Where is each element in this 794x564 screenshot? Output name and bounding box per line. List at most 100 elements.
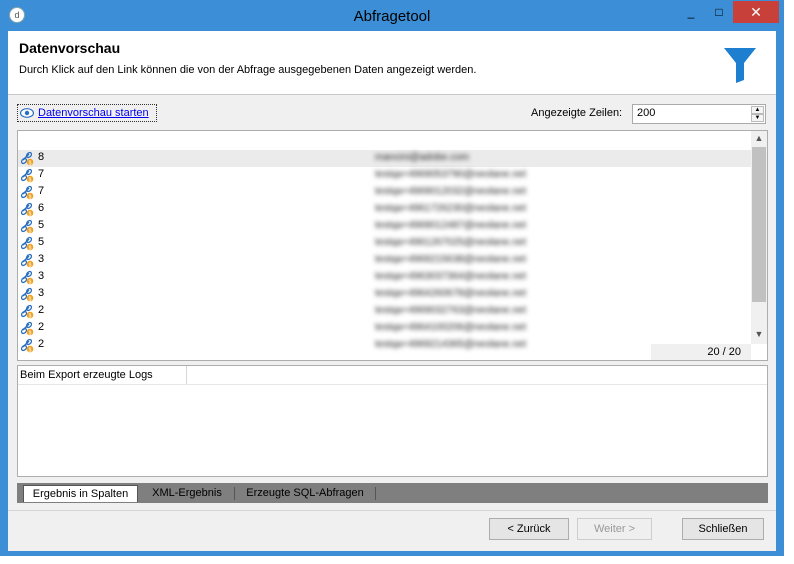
link-icon: $ (20, 253, 34, 269)
link-icon: $ (20, 338, 34, 354)
eye-icon (20, 108, 34, 118)
start-preview-label[interactable]: Datenvorschau starten (38, 107, 149, 119)
close-button[interactable]: Schließen (682, 518, 764, 540)
svg-text:$: $ (29, 212, 32, 218)
spin-up-button[interactable]: ▲ (751, 106, 764, 114)
table-row[interactable]: $5 testqa+4969012487@neolane.net (18, 218, 751, 235)
scroll-down-icon[interactable]: ▼ (751, 327, 767, 341)
rows-value[interactable]: 200 (637, 107, 655, 119)
dialog-client: Datenvorschau Durch Klick auf den Link k… (8, 31, 776, 551)
row-email: mancini@adobe.com (375, 152, 470, 163)
row-email: testqa+4964260678@neolane.net (375, 288, 527, 299)
vertical-scrollbar[interactable]: ▲ ▼ (751, 131, 767, 344)
table-row[interactable]: $7 testqa+4969053790@neolane.net (18, 167, 751, 184)
row-count: 2 (38, 304, 45, 316)
page-description: Durch Klick auf den Link können die von … (19, 64, 477, 76)
svg-text:$: $ (29, 229, 32, 235)
table-row[interactable]: $3 testqa+4963037364@neolane.net (18, 269, 751, 286)
preview-grid[interactable]: $8 mancini@adobe.com $7 testqa+4969053790@n… (17, 130, 768, 361)
table-row[interactable]: $2 testqa+4969214365@neolane.net (18, 337, 751, 354)
link-icon: $ (20, 168, 34, 184)
link-icon: $ (20, 304, 34, 320)
funnel-icon (724, 48, 756, 83)
export-logs-panel[interactable]: Beim Export erzeugte Logs (17, 365, 768, 477)
tab-separator (375, 487, 376, 500)
footer-divider (8, 510, 776, 511)
svg-text:$: $ (29, 297, 32, 303)
link-icon: $ (20, 202, 34, 218)
close-window-button[interactable]: ✕ (733, 1, 779, 23)
row-count: 5 (38, 236, 45, 248)
link-icon: $ (20, 219, 34, 235)
tab-separator (234, 487, 235, 500)
tab-columns[interactable]: Ergebnis in Spalten (23, 485, 138, 502)
window-title: Abfragetool (353, 8, 431, 25)
spin-down-button[interactable]: ▼ (751, 114, 764, 122)
row-count: 6 (38, 202, 45, 214)
link-icon: $ (20, 185, 34, 201)
logs-header: Beim Export erzeugte Logs (18, 366, 187, 385)
row-count: 3 (38, 287, 45, 299)
row-email: testqa+4969214365@neolane.net (375, 339, 527, 350)
row-count: 3 (38, 253, 45, 265)
row-email: testqa+4961726230@neolane.net (375, 203, 527, 214)
rows-spinner[interactable]: 200 ▲ ▼ (632, 104, 766, 124)
svg-text:$: $ (29, 161, 32, 167)
grid-footer: 20 / 20 (651, 344, 751, 360)
row-email: testqa+4969215638@neolane.net (375, 254, 527, 265)
wizard-header: Datenvorschau Durch Klick auf den Link k… (8, 31, 776, 95)
tab-sql[interactable]: Erzeugte SQL-Abfragen (237, 485, 373, 502)
row-email: testqa+4969012032@neolane.net (375, 186, 527, 197)
row-email: testqa+4969012487@neolane.net (375, 220, 527, 231)
table-row[interactable]: $2 testqa+4969032763@neolane.net (18, 303, 751, 320)
table-row[interactable]: $3 testqa+4969215638@neolane.net (18, 252, 751, 269)
svg-text:$: $ (29, 195, 32, 201)
maximize-button[interactable]: □ (705, 1, 733, 23)
result-tabs: Ergebnis in Spalten XML-Ergebnis Erzeugt… (17, 483, 768, 503)
row-email: testqa+4961267025@neolane.net (375, 237, 527, 248)
svg-text:$: $ (29, 280, 32, 286)
title-bar: d Abfragetool _ □ ✕ (1, 1, 783, 31)
table-row[interactable]: $3 testqa+4964260678@neolane.net (18, 286, 751, 303)
logs-header-filler (186, 366, 767, 385)
logs-title: Beim Export erzeugte Logs (20, 369, 153, 381)
row-count: 3 (38, 270, 45, 282)
svg-text:$: $ (29, 314, 32, 320)
back-button[interactable]: < Zurück (489, 518, 569, 540)
row-count: 2 (38, 338, 45, 350)
dialog-window: d Abfragetool _ □ ✕ Datenvorschau Durch … (0, 0, 784, 556)
table-row[interactable]: $7 testqa+4969012032@neolane.net (18, 184, 751, 201)
start-preview-link[interactable]: Datenvorschau starten (17, 104, 157, 122)
row-count: 5 (38, 219, 45, 231)
link-icon: $ (20, 321, 34, 337)
row-count: 7 (38, 168, 45, 180)
preview-rows: $8 mancini@adobe.com $7 testqa+4969053790@n… (18, 150, 751, 354)
rows-label: Angezeigte Zeilen: (531, 107, 623, 119)
row-counter: 20 / 20 (707, 346, 741, 358)
table-row[interactable]: $5 testqa+4961267025@neolane.net (18, 235, 751, 252)
row-email: testqa+4963037364@neolane.net (375, 271, 527, 282)
link-icon: $ (20, 236, 34, 252)
next-button[interactable]: Weiter > (577, 518, 652, 540)
svg-text:$: $ (29, 331, 32, 337)
scroll-thumb[interactable] (752, 147, 766, 302)
link-icon: $ (20, 287, 34, 303)
svg-text:$: $ (29, 263, 32, 269)
minimize-button[interactable]: _ (677, 1, 705, 23)
table-row[interactable]: $8 mancini@adobe.com (18, 150, 751, 167)
row-count: 7 (38, 185, 45, 197)
row-count: 2 (38, 321, 45, 333)
row-email: testqa+4969053790@neolane.net (375, 169, 527, 180)
link-icon: $ (20, 270, 34, 286)
scroll-up-icon[interactable]: ▲ (751, 131, 767, 145)
tab-xml[interactable]: XML-Ergebnis (142, 485, 232, 502)
table-row[interactable]: $2 testqa+4964100206@neolane.net (18, 320, 751, 337)
table-row[interactable]: $6 testqa+4961726230@neolane.net (18, 201, 751, 218)
row-email: testqa+4969032763@neolane.net (375, 305, 527, 316)
svg-text:$: $ (29, 246, 32, 252)
svg-text:$: $ (29, 178, 32, 184)
page-title: Datenvorschau (19, 40, 121, 56)
svg-text:$: $ (29, 348, 32, 354)
row-count: 8 (38, 151, 45, 163)
link-icon: $ (20, 151, 34, 167)
